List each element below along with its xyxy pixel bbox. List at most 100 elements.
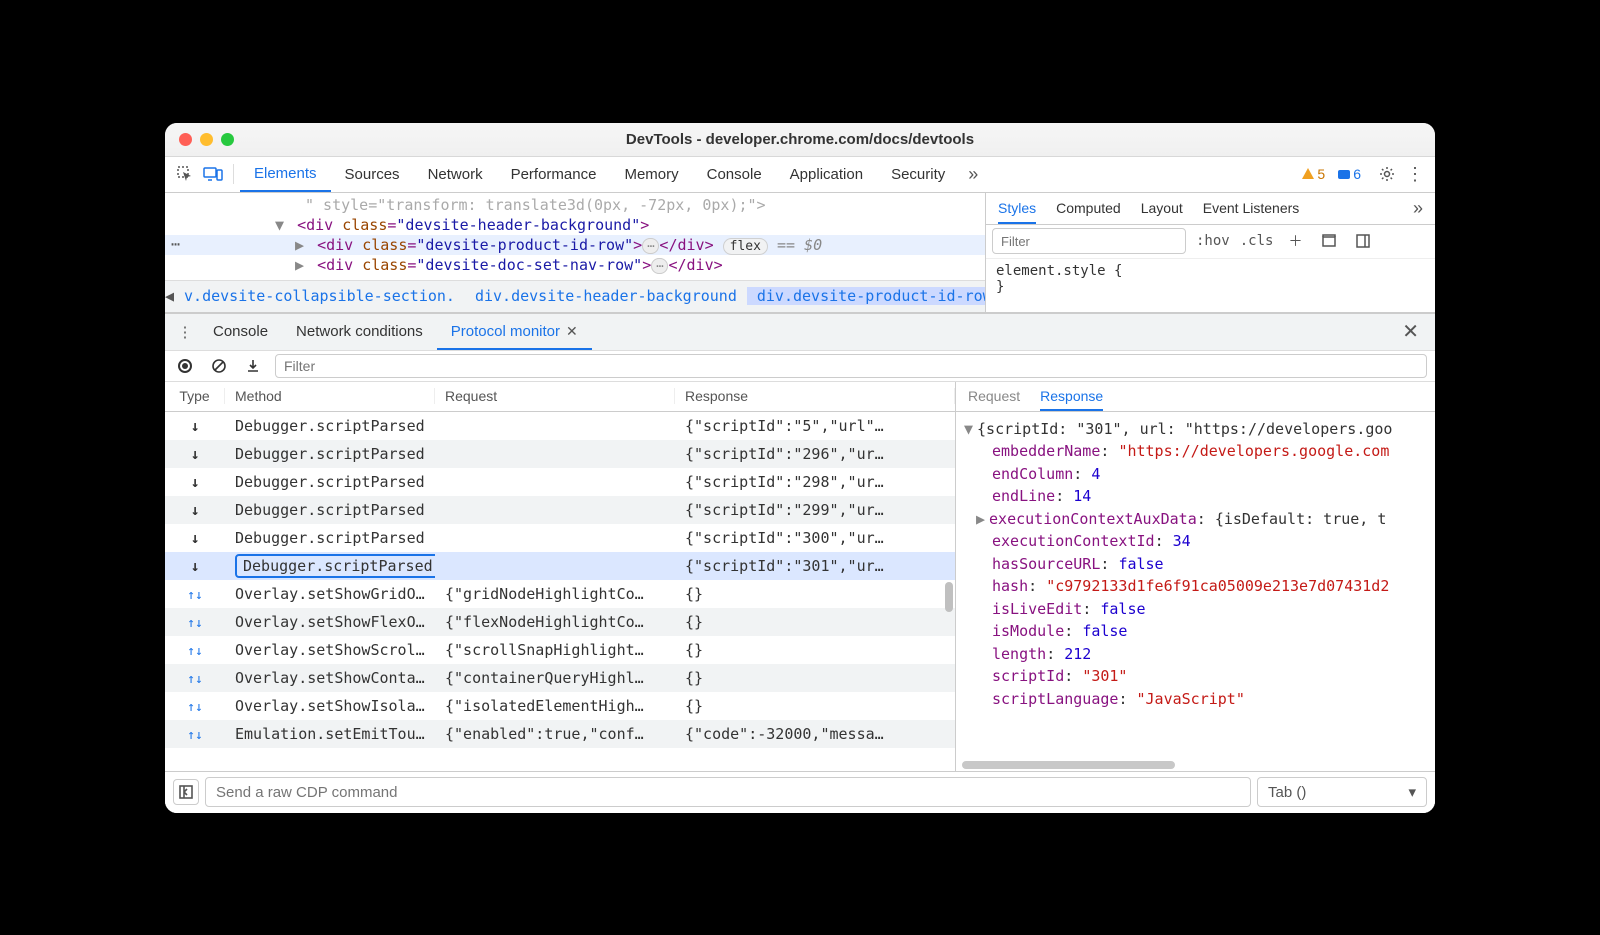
styles-filter-input[interactable] [992, 228, 1186, 254]
inspect-element-icon[interactable] [171, 160, 199, 188]
tab-event-listeners[interactable]: Event Listeners [1203, 200, 1300, 216]
breadcrumb-item-selected[interactable]: div.devsite-product-id-row [747, 287, 985, 305]
tab-memory[interactable]: Memory [610, 157, 692, 192]
new-style-rule-icon[interactable]: ＋ [1283, 229, 1307, 253]
styles-code[interactable]: element.style { } [986, 259, 1435, 299]
table-row[interactable]: ↓Debugger.scriptParsed{"scriptId":"5","u… [165, 412, 955, 440]
type-cell: ↑↓ [165, 725, 225, 743]
warnings-badge[interactable]: 5 [1301, 166, 1325, 182]
scrollbar-thumb[interactable] [945, 582, 953, 612]
breadcrumb-item[interactable]: v.devsite-collapsible-section. [174, 287, 465, 305]
dom-context-menu-icon[interactable]: ⋯ [171, 235, 180, 253]
json-property[interactable]: embedderName: "https://developers.google… [964, 440, 1427, 463]
table-row[interactable]: ↓Debugger.scriptParsed{"scriptId":"300",… [165, 524, 955, 552]
method-cell: Debugger.scriptParsed [225, 445, 435, 463]
json-property[interactable]: isLiveEdit: false [964, 598, 1427, 621]
flex-badge[interactable]: flex [723, 238, 768, 255]
record-icon[interactable] [173, 354, 197, 378]
json-property[interactable]: isModule: false [964, 620, 1427, 643]
dom-line[interactable]: ▼ <div class="devsite-header-background"… [165, 215, 985, 235]
json-property[interactable]: ▶executionContextAuxData: {isDefault: tr… [964, 508, 1427, 531]
expand-toggle-icon[interactable]: ▶ [295, 256, 304, 274]
collapsed-icon[interactable]: ⋯ [651, 258, 668, 274]
table-row[interactable]: ↑↓Overlay.setShowFlexO…{"flexNodeHighlig… [165, 608, 955, 636]
table-body[interactable]: ↓Debugger.scriptParsed{"scriptId":"5","u… [165, 412, 955, 771]
table-row[interactable]: ↓Debugger.scriptParsed{"scriptId":"296",… [165, 440, 955, 468]
json-property[interactable]: scriptId: "301" [964, 665, 1427, 688]
details-tab-request[interactable]: Request [968, 388, 1020, 404]
drawer-menu-icon[interactable]: ⋮ [171, 318, 199, 346]
table-row[interactable]: ↑↓Overlay.setShowGridO…{"gridNodeHighlig… [165, 580, 955, 608]
json-viewer[interactable]: ▼{scriptId: "301", url: "https://develop… [956, 412, 1435, 761]
col-header-method[interactable]: Method [225, 388, 435, 404]
zoom-window-button[interactable] [221, 133, 234, 146]
drawer-tab-console[interactable]: Console [199, 314, 282, 350]
table-row[interactable]: ↑↓Overlay.setShowConta…{"containerQueryH… [165, 664, 955, 692]
tab-computed[interactable]: Computed [1056, 200, 1121, 216]
titlebar: DevTools - developer.chrome.com/docs/dev… [165, 123, 1435, 157]
hov-toggle[interactable]: :hov [1196, 233, 1230, 249]
collapsed-icon[interactable]: ⋯ [642, 238, 659, 254]
computed-styles-icon[interactable] [1317, 229, 1341, 253]
tab-console[interactable]: Console [693, 157, 776, 192]
dom-tree[interactable]: ⋯ " style="transform: translate3d(0px, -… [165, 193, 985, 312]
table-row[interactable]: ↑↓Overlay.setShowScroll…{"scrollSnapHigh… [165, 636, 955, 664]
dom-line[interactable]: ▶ <div class="devsite-doc-set-nav-row">⋯… [165, 255, 985, 275]
table-row[interactable]: ↓Debugger.scriptParsed{"scriptId":"298",… [165, 468, 955, 496]
table-row[interactable]: ↑↓Overlay.setShowIsolat…{"isolatedElemen… [165, 692, 955, 720]
toggle-sidebar-icon[interactable] [1351, 229, 1375, 253]
details-tab-response[interactable]: Response [1040, 388, 1103, 411]
json-property[interactable]: executionContextId: 34 [964, 530, 1427, 553]
col-header-request[interactable]: Request [435, 388, 675, 404]
save-icon[interactable] [241, 354, 265, 378]
more-tabs-icon[interactable]: » [959, 160, 987, 188]
breadcrumb-prev-icon[interactable]: ◀ [165, 287, 174, 305]
clear-icon[interactable] [207, 354, 231, 378]
table-row[interactable]: ↓Debugger.scriptParsed{"scriptId":"301",… [165, 552, 955, 580]
scrollbar-thumb-horizontal[interactable] [962, 761, 1175, 769]
json-property[interactable]: scriptLanguage: "JavaScript" [964, 688, 1427, 711]
tab-performance[interactable]: Performance [497, 157, 611, 192]
tab-sources[interactable]: Sources [331, 157, 414, 192]
expand-toggle-icon[interactable]: ▼ [275, 216, 284, 234]
json-property[interactable]: hash: "c9792133d1fe6f91ca05009e213e7d074… [964, 575, 1427, 598]
tab-layout[interactable]: Layout [1141, 200, 1183, 216]
method-cell: Overlay.setShowGridO… [225, 585, 435, 603]
minimize-window-button[interactable] [200, 133, 213, 146]
breadcrumb-item[interactable]: div.devsite-header-background [465, 287, 747, 305]
show-editor-icon[interactable] [173, 779, 199, 805]
tab-network[interactable]: Network [414, 157, 497, 192]
json-property[interactable]: endLine: 14 [964, 485, 1427, 508]
cdp-command-input[interactable] [205, 777, 1251, 807]
json-property[interactable]: length: 212 [964, 643, 1427, 666]
tab-security[interactable]: Security [877, 157, 959, 192]
settings-icon[interactable] [1373, 160, 1401, 188]
more-subtabs-icon[interactable]: » [1413, 198, 1423, 219]
drawer-tab-network-conditions[interactable]: Network conditions [282, 314, 437, 350]
expand-toggle-icon[interactable]: ▼ [964, 420, 973, 438]
close-window-button[interactable] [179, 133, 192, 146]
json-property[interactable]: hasSourceURL: false [964, 553, 1427, 576]
json-property[interactable]: endColumn: 4 [964, 463, 1427, 486]
col-header-type[interactable]: Type [165, 388, 225, 404]
dom-line-selected[interactable]: ▶ <div class="devsite-product-id-row">⋯<… [165, 235, 985, 255]
tab-elements[interactable]: Elements [240, 157, 331, 192]
request-cell: {"isolatedElementHigh… [435, 697, 675, 715]
kebab-menu-icon[interactable]: ⋮ [1401, 160, 1429, 188]
close-drawer-icon[interactable]: ✕ [1392, 319, 1429, 344]
table-row[interactable]: ↑↓Emulation.setEmitTouc…{"enabled":true,… [165, 720, 955, 748]
drawer-tab-protocol-monitor[interactable]: Protocol monitor ✕ [437, 314, 592, 350]
device-toolbar-icon[interactable] [199, 160, 227, 188]
table-row[interactable]: ↓Debugger.scriptParsed{"scriptId":"299",… [165, 496, 955, 524]
tab-application[interactable]: Application [776, 157, 877, 192]
target-selector[interactable]: Tab () ▾ [1257, 777, 1427, 807]
expand-toggle-icon[interactable]: ▶ [295, 236, 304, 254]
issues-badge[interactable]: 6 [1337, 166, 1361, 182]
col-header-response[interactable]: Response [675, 388, 955, 404]
close-tab-icon[interactable]: ✕ [566, 323, 578, 340]
protocol-filter-input[interactable] [275, 354, 1427, 378]
tab-styles[interactable]: Styles [998, 200, 1036, 224]
cls-toggle[interactable]: .cls [1240, 233, 1274, 249]
dom-line[interactable]: " style="transform: translate3d(0px, -72… [165, 195, 985, 215]
expand-toggle-icon[interactable]: ▶ [976, 510, 985, 528]
